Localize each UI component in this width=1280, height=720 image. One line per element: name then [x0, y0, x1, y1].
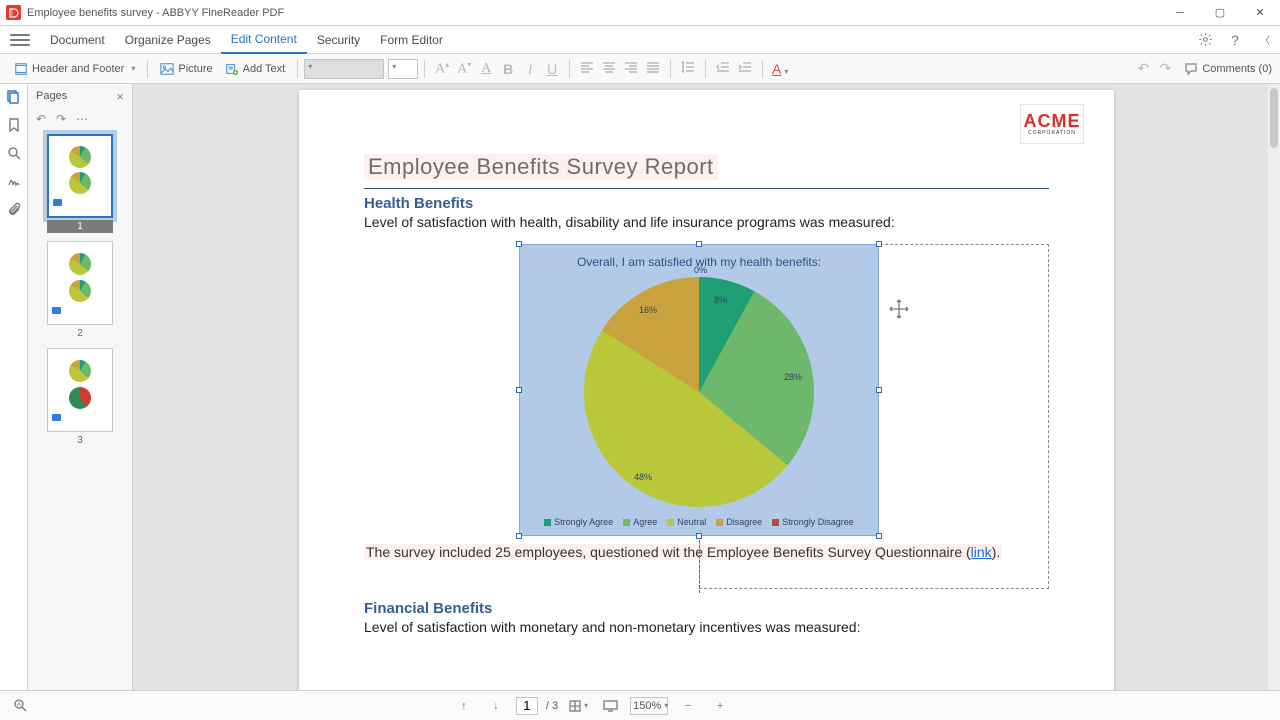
document-viewport[interactable]: ACME CORPORATION Employee Benefits Surve… [133, 84, 1280, 690]
pages-redo-icon[interactable]: ↷ [56, 112, 66, 126]
pages-undo-icon[interactable]: ↶ [36, 112, 46, 126]
section-financial-heading: Financial Benefits [364, 600, 1049, 617]
text-highlight-icon[interactable]: A [769, 61, 791, 77]
menu-organize-pages[interactable]: Organize Pages [115, 27, 221, 53]
settings-icon[interactable] [1190, 26, 1220, 54]
prev-page-icon[interactable]: ↑ [454, 696, 474, 716]
pages-tab-icon[interactable] [5, 88, 23, 106]
undo-icon[interactable]: ↶ [1132, 60, 1154, 77]
resize-handle[interactable] [696, 533, 702, 539]
menu-edit-content[interactable]: Edit Content [221, 26, 307, 54]
section-financial-body: Level of satisfaction with monetary and … [364, 619, 1049, 635]
bookmarks-tab-icon[interactable] [5, 116, 23, 134]
menu-bar: Document Organize Pages Edit Content Sec… [0, 26, 1280, 54]
zoom-out-icon[interactable]: − [678, 696, 698, 716]
page-total-label: / 3 [546, 700, 558, 712]
line-spacing-icon[interactable] [677, 60, 699, 77]
comments-button[interactable]: Comments (0) [1184, 62, 1272, 76]
vertical-scrollbar[interactable] [1268, 84, 1280, 690]
page-title: Employee Benefits Survey Report [364, 154, 718, 180]
resize-handle[interactable] [516, 533, 522, 539]
resize-handle[interactable] [876, 387, 882, 393]
font-family-selector[interactable] [304, 59, 384, 79]
edit-toolbar: Header and Footer Picture Add Text A▴ A▾… [0, 54, 1280, 84]
document-page: ACME CORPORATION Employee Benefits Surve… [299, 90, 1114, 690]
fit-mode-icon[interactable] [568, 696, 588, 716]
close-button[interactable]: ✕ [1240, 0, 1280, 26]
next-page-icon[interactable]: ↓ [486, 696, 506, 716]
menu-form-editor[interactable]: Form Editor [370, 27, 453, 53]
indent-decrease-icon[interactable] [712, 60, 734, 77]
pages-panel-title: Pages [36, 90, 67, 102]
signatures-tab-icon[interactable] [5, 172, 23, 190]
align-right-icon[interactable] [620, 60, 642, 77]
redo-icon[interactable]: ↷ [1154, 60, 1176, 77]
resize-handle[interactable] [516, 387, 522, 393]
font-color-icon[interactable]: A [475, 61, 497, 77]
collapse-ribbon-icon[interactable]: 〈 [1250, 26, 1280, 54]
header-footer-button[interactable]: Header and Footer [8, 57, 141, 81]
ocr-status-icon[interactable]: A [10, 696, 30, 716]
page-thumbnail-1[interactable]: 1 [47, 134, 113, 233]
pages-panel-close-icon[interactable]: × [116, 89, 124, 104]
app-logo-icon [6, 5, 21, 20]
page-thumbnail-2[interactable]: 2 [47, 241, 113, 340]
page-number-input[interactable] [516, 697, 538, 715]
add-text-button[interactable]: Add Text [219, 57, 292, 81]
title-bar: Employee benefits survey - ABBYY FineRea… [0, 0, 1280, 26]
zoom-level-selector[interactable]: 150% [630, 697, 668, 715]
move-cursor-icon [889, 299, 909, 319]
menu-document[interactable]: Document [40, 27, 115, 53]
minimize-button[interactable]: ─ [1160, 0, 1200, 26]
indent-increase-icon[interactable] [734, 60, 756, 77]
underline-icon[interactable]: U [541, 61, 563, 77]
search-tab-icon[interactable] [5, 144, 23, 162]
pie-chart: 0% 8% 28% 48% 16% [584, 277, 814, 507]
section-health-body: Level of satisfaction with health, disab… [364, 214, 1049, 230]
resize-handle[interactable] [516, 241, 522, 247]
zoom-in-icon[interactable]: + [710, 696, 730, 716]
section-health-heading: Health Benefits [364, 195, 1049, 212]
menu-security[interactable]: Security [307, 27, 370, 53]
align-center-icon[interactable] [598, 60, 620, 77]
resize-handle[interactable] [696, 241, 702, 247]
company-logo: ACME CORPORATION [1020, 104, 1084, 144]
chart-legend: Strongly Agree Agree Neutral Disagree St… [530, 517, 868, 527]
font-shrink-icon[interactable]: A▾ [453, 60, 475, 78]
hamburger-menu-icon[interactable] [10, 34, 30, 46]
display-mode-icon[interactable] [600, 696, 620, 716]
align-justify-icon[interactable] [642, 60, 664, 77]
font-size-selector[interactable] [388, 59, 418, 79]
resize-handle[interactable] [876, 241, 882, 247]
pie-chart-object[interactable]: Overall, I am satisfied with my health b… [519, 244, 879, 536]
bold-icon[interactable]: B [497, 61, 519, 77]
pages-more-icon[interactable]: ⋯ [76, 112, 88, 126]
resize-handle[interactable] [876, 533, 882, 539]
left-tool-strip [0, 84, 28, 690]
status-bar: A ↑ ↓ / 3 150% − + [0, 690, 1280, 720]
page-thumbnail-3[interactable]: 3 [47, 348, 113, 447]
maximize-button[interactable]: ▢ [1200, 0, 1240, 26]
picture-button[interactable]: Picture [154, 57, 218, 81]
pages-panel: Pages × ↶ ↷ ⋯ 1 [28, 84, 133, 690]
font-grow-icon[interactable]: A▴ [431, 60, 453, 78]
align-left-icon[interactable] [576, 60, 598, 77]
italic-icon[interactable]: I [519, 61, 541, 77]
svg-text:A: A [17, 702, 21, 708]
attachments-tab-icon[interactable] [5, 200, 23, 218]
help-icon[interactable]: ? [1220, 26, 1250, 54]
window-title: Employee benefits survey - ABBYY FineRea… [27, 7, 284, 19]
